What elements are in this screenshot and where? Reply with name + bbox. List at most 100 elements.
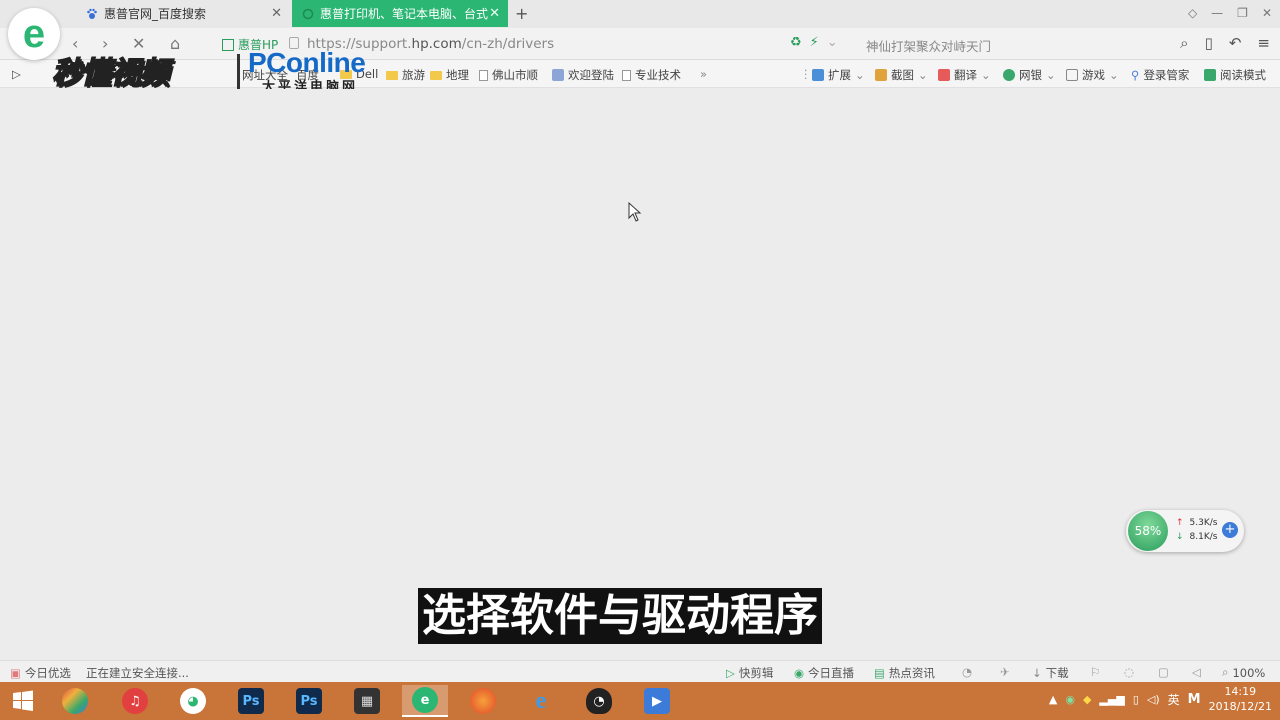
site-icon [552,69,564,81]
tool-translate[interactable]: 翻译 ⌄ [938,67,991,83]
network-speed-widget[interactable]: 58% ↑ 5.3K/s ↓ 8.1K/s + [1126,510,1244,552]
tab-label: 惠普打印机、笔记本电脑、台式 [320,7,489,21]
new-tab-button[interactable]: + [515,4,528,23]
accelerate-icon[interactable]: + [1222,522,1238,538]
film-app-icon: ▦ [354,688,380,714]
ime-indicator[interactable]: 英 [1168,691,1180,708]
taskbar-app[interactable] [52,685,98,717]
wifi-icon[interactable]: ▂▄▆ [1099,693,1124,706]
close-window-icon[interactable]: ✕ [1262,6,1272,20]
speedup-icon[interactable]: ◔ [962,665,972,679]
bookmark-item[interactable]: 地理 [430,67,469,83]
photoshop-icon: Ps [238,688,264,714]
360-tray-icon[interactable]: ◉ [1065,693,1075,706]
downloads[interactable]: ↓ 下载 [1032,665,1069,681]
clock[interactable]: 14:19 2018/12/21 [1209,684,1272,714]
baidu-paw-icon [87,8,97,19]
taskbar-app[interactable]: ◔ [576,685,622,717]
zoom-icon: ⌕ [1222,665,1229,679]
flag-icon[interactable]: ⚐ [1090,665,1100,679]
bookmarks-bar: ▷ 网址大全 百度 Dell 旅游 地理 佛山市顺 欢迎登陆 专业技术 » ⋮ … [0,60,1280,88]
photoshop-icon: Ps [296,688,322,714]
today-live[interactable]: ◉ 今日直播 [794,665,854,681]
extensions-icon [812,69,824,81]
refresh-cycle-icon[interactable]: ♻ [790,35,802,50]
page-icon [479,69,488,81]
more-bookmarks-icon[interactable]: » [700,67,707,81]
play-icon: ▷ [726,666,735,680]
minimize-icon[interactable]: — [1211,6,1223,20]
360-browser-icon: e [412,687,438,713]
restore-icon[interactable]: ❐ [1237,6,1248,20]
taskbar-app[interactable]: ♫ [112,685,158,717]
taskbar-app[interactable] [460,685,506,717]
bookmark-icon[interactable]: ▯ [1205,34,1213,52]
wechat-icon: ◕ [180,688,206,714]
start-button[interactable] [0,685,46,717]
book-icon [1204,69,1216,81]
undo-icon[interactable]: ↶ [1229,34,1242,52]
tool-screenshot[interactable]: 截图 ⌄ [875,67,928,83]
close-tab-icon[interactable]: ✕ [271,6,282,21]
key-icon: ⚲ [1131,68,1140,82]
taskbar-app[interactable]: Ps [228,685,274,717]
tool-ebank[interactable]: 网银 ⌄ [1003,67,1056,83]
battery-icon[interactable]: ▯ [1133,693,1139,706]
taskbar-app[interactable]: ◕ [170,685,216,717]
folder-icon [430,70,442,80]
tool-games[interactable]: 游戏 ⌄ [1066,67,1119,83]
tray-expand-icon[interactable]: ▲ [1049,693,1057,706]
tool-reading-mode[interactable]: 阅读模式 [1204,67,1266,83]
logo-divider [237,54,240,90]
divider: ⋮ [800,67,812,81]
bookmark-item[interactable]: 旅游 [386,67,425,83]
taskbar: ♫ ◕ Ps Ps ▦ e e ◔ ▶ ▲ ◉ ◆ ▂▄▆ ▯ ◁) 英 M 1… [0,682,1280,720]
tool-extensions[interactable]: 扩展 ⌄ [812,67,865,83]
pconline-logo: PConline [248,47,366,78]
close-tab-icon[interactable]: ✕ [489,6,500,21]
system-tray: ▲ ◉ ◆ ▂▄▆ ▯ ◁) 英 M 14:19 2018/12/21 [1049,684,1272,714]
hot-news[interactable]: ▤ 热点资讯 [874,665,935,681]
upload-arrow-icon: ↑ [1176,518,1184,528]
volume-icon[interactable]: ◁ [1192,665,1201,679]
status-text: 正在建立安全连接... [86,666,189,680]
security-tray-icon[interactable]: ◆ [1083,693,1091,706]
internet-explorer-icon: e [535,687,547,714]
colorful-app-icon [62,688,88,714]
tool-login-manager[interactable]: ⚲ 登录管家 [1131,67,1189,83]
search-input[interactable]: 神仙打架聚众对峙天门 [866,36,991,55]
bookmark-item[interactable]: 欢迎登陆 [552,67,614,83]
lightning-icon[interactable]: ⚡ [810,35,819,50]
taskbar-app-active[interactable]: e [402,685,448,717]
bookmark-item[interactable]: 佛山市顺 [479,67,538,83]
ime-mode-icon[interactable]: M [1188,692,1201,707]
pin-icon[interactable]: ✈ [1000,665,1010,679]
news-icon: ▤ [874,666,885,680]
zoom-level[interactable]: ⌕ 100% [1222,665,1265,680]
tab-baidu-search[interactable]: 惠普官网_百度搜索 ✕ [76,0,290,27]
taskbar-app[interactable]: ▶ [634,685,680,717]
search-icon[interactable]: ⌕ [1180,34,1188,52]
menu-icon[interactable]: ≡ [1257,34,1270,52]
bookmark-item[interactable]: 专业技术 [622,67,681,83]
browser-window: 惠普官网_百度搜索 ✕ 惠普打印机、笔记本电脑、台式 ✕ + ◇ — ❐ ✕ ‹… [0,0,1280,720]
taskbar-app[interactable]: e [518,685,564,717]
today-pick[interactable]: ▣ 今日优选 [10,665,71,681]
sidebar-toggle-icon[interactable]: ▷ [12,67,21,81]
tab-hp-support[interactable]: 惠普打印机、笔记本电脑、台式 ✕ [292,0,508,27]
quick-clip[interactable]: ▷ 快剪辑 [726,665,773,681]
page-content [0,89,1280,661]
taskbar-app[interactable]: Ps [286,685,332,717]
window-icon[interactable]: ▢ [1158,665,1169,679]
speaker-icon[interactable]: ◁) [1147,693,1160,706]
taskbar-app[interactable]: ▦ [344,685,390,717]
skin-icon[interactable]: ◇ [1188,6,1197,20]
status-bar: ▣ 今日优选 正在建立安全连接... ▷ 快剪辑 ◉ 今日直播 ▤ 热点资讯 ◔ ✈ ↓… [0,660,1280,682]
dropdown-icon[interactable]: ⌄ [827,35,838,50]
loading-icon [302,8,314,19]
home-icon[interactable]: ⌂ [170,34,180,53]
video-subtitle: 选择软件与驱动程序 [418,588,822,644]
page-icon [622,69,631,81]
clean-icon[interactable]: ◌ [1124,665,1134,679]
address-bar: ‹ › ✕ ⌂ 惠普HP https://support.hp.com/cn-z… [0,28,1280,60]
